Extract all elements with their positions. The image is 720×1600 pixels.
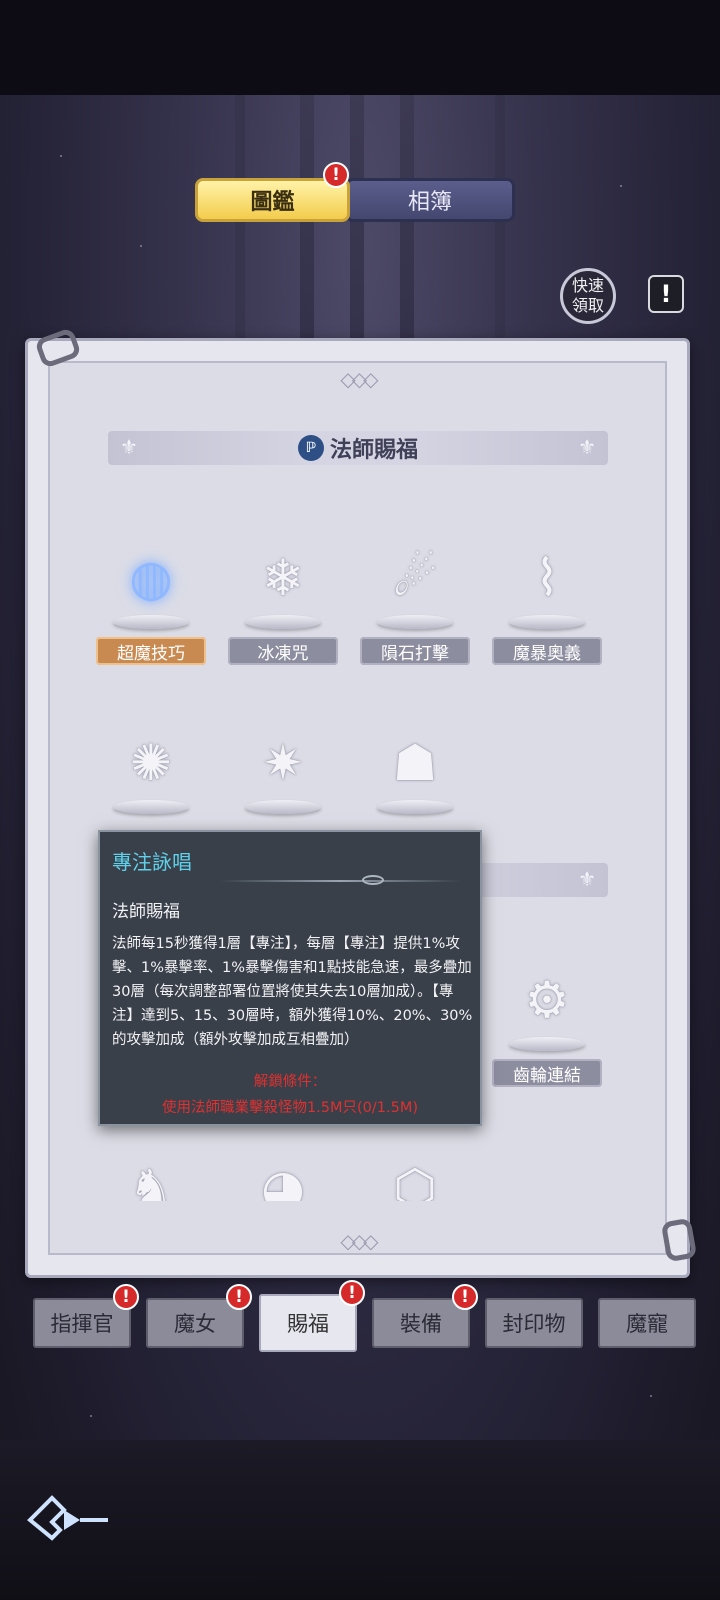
skill-card[interactable]: ♞	[96, 1141, 206, 1201]
alert-badge-icon: !	[339, 1280, 365, 1306]
fleur-icon: ⚜	[578, 867, 596, 891]
mech-icon: ♞	[128, 1159, 174, 1201]
pedestal	[113, 615, 189, 629]
category-tab-bar: 指揮官 魔女 賜福 裝備 封印物 魔寵 ! ! ! !	[33, 1280, 696, 1352]
tab-pet[interactable]: 魔寵	[598, 1298, 696, 1348]
star	[620, 185, 622, 187]
meteor-icon: ☄	[392, 549, 438, 607]
pedestal	[377, 800, 453, 814]
section-banner-mage: ⚜ ℙ 法師賜福 ⚜	[108, 431, 608, 465]
skill-card[interactable]: ☗	[360, 716, 470, 846]
alert-badge-icon: !	[323, 162, 349, 188]
star	[60, 155, 62, 157]
alert-badge-icon: !	[452, 1284, 478, 1310]
meditation-icon: ☗	[392, 734, 438, 792]
quick-collect-button[interactable]: 快速 領取	[560, 268, 616, 324]
star	[140, 245, 142, 247]
skill-card[interactable]: ◍ 超魔技巧	[96, 531, 206, 665]
top-tab-bar: 相簿 圖鑑 !	[195, 162, 525, 224]
unlock-title: 解鎖條件：	[253, 1074, 327, 1090]
codex-book: ◇◇◇ ◇◇◇ ⚜ ℙ 法師賜福 ⚜ ◍ 超魔技巧 ❄ 冰凍咒 ☄ 隕石打擊 ⌇…	[25, 327, 698, 1278]
skill-label: 魔暴奧義	[492, 637, 602, 665]
tooltip-title: 專注詠唱	[112, 850, 192, 874]
back-logo-icon[interactable]	[22, 1490, 112, 1550]
skill-card[interactable]: ✷	[228, 716, 338, 846]
tab-blessing[interactable]: 賜福	[259, 1294, 357, 1352]
pedestal	[509, 615, 585, 629]
gears-icon: ⚙	[524, 971, 570, 1029]
skill-label: 隕石打擊	[360, 637, 470, 665]
star	[650, 1395, 652, 1397]
star	[90, 1415, 92, 1417]
skill-label: 超魔技巧	[96, 637, 206, 665]
info-icon[interactable]: !	[648, 275, 684, 313]
vortex-icon: ⌇	[534, 549, 560, 607]
tooltip-divider	[220, 880, 460, 882]
pedestal	[509, 1037, 585, 1051]
section-title: 法師賜福	[329, 438, 418, 463]
skill-card[interactable]: ⬡	[360, 1141, 470, 1201]
ornament-bottom: ◇◇◇	[340, 1229, 378, 1253]
pedestal	[377, 615, 453, 629]
skill-card[interactable]: ◕	[228, 1141, 338, 1201]
pedestal	[245, 615, 321, 629]
skill-label: 齒輪連結	[492, 1059, 602, 1087]
alert-badge-icon: !	[226, 1284, 252, 1310]
pedestal	[113, 800, 189, 814]
gear-cube-icon: ⬡	[393, 1159, 437, 1201]
tab-album[interactable]: 相簿	[345, 178, 515, 222]
burst-icon: ✷	[262, 734, 304, 792]
skill-card[interactable]: ⌇ 魔暴奧義	[492, 531, 602, 665]
fleur-icon: ⚜	[120, 435, 138, 459]
snowflake-icon: ❄	[262, 549, 304, 607]
mage-class-icon: ℙ	[297, 435, 324, 461]
tooltip-description: 法師每15秒獲得1層【專注】，每層【專注】提供1%攻擊、1%暴擊率、1%暴擊傷害…	[112, 936, 473, 1048]
tooltip-category: 法師賜福	[112, 902, 180, 922]
fleur-icon: ⚜	[578, 435, 596, 459]
skill-card[interactable]: ❄ 冰凍咒	[228, 531, 338, 665]
tab-seal[interactable]: 封印物	[485, 1298, 583, 1348]
drill-icon: ◕	[261, 1159, 305, 1201]
skill-tooltip: 專注詠唱 法師賜福 法師每15秒獲得1層【專注】，每層【專注】提供1%攻擊、1%…	[98, 830, 482, 1126]
skill-card[interactable]: ☄ 隕石打擊	[360, 531, 470, 665]
skill-label: 冰凍咒	[228, 637, 338, 665]
divider-eye-icon	[362, 875, 384, 885]
unlock-condition: 使用法師職業擊殺怪物1.5M只(0/1.5M)	[161, 1100, 419, 1116]
skill-card-selected[interactable]: ✺	[96, 716, 206, 846]
ornament-top: ◇◇◇	[340, 367, 378, 391]
orb-lightning-icon: ◍	[129, 549, 173, 607]
alert-badge-icon: !	[113, 1284, 139, 1310]
pedestal	[245, 800, 321, 814]
skill-card[interactable]: ⚙ 齒輪連結	[492, 953, 602, 1087]
sparkle-orb-icon: ✺	[130, 734, 172, 792]
